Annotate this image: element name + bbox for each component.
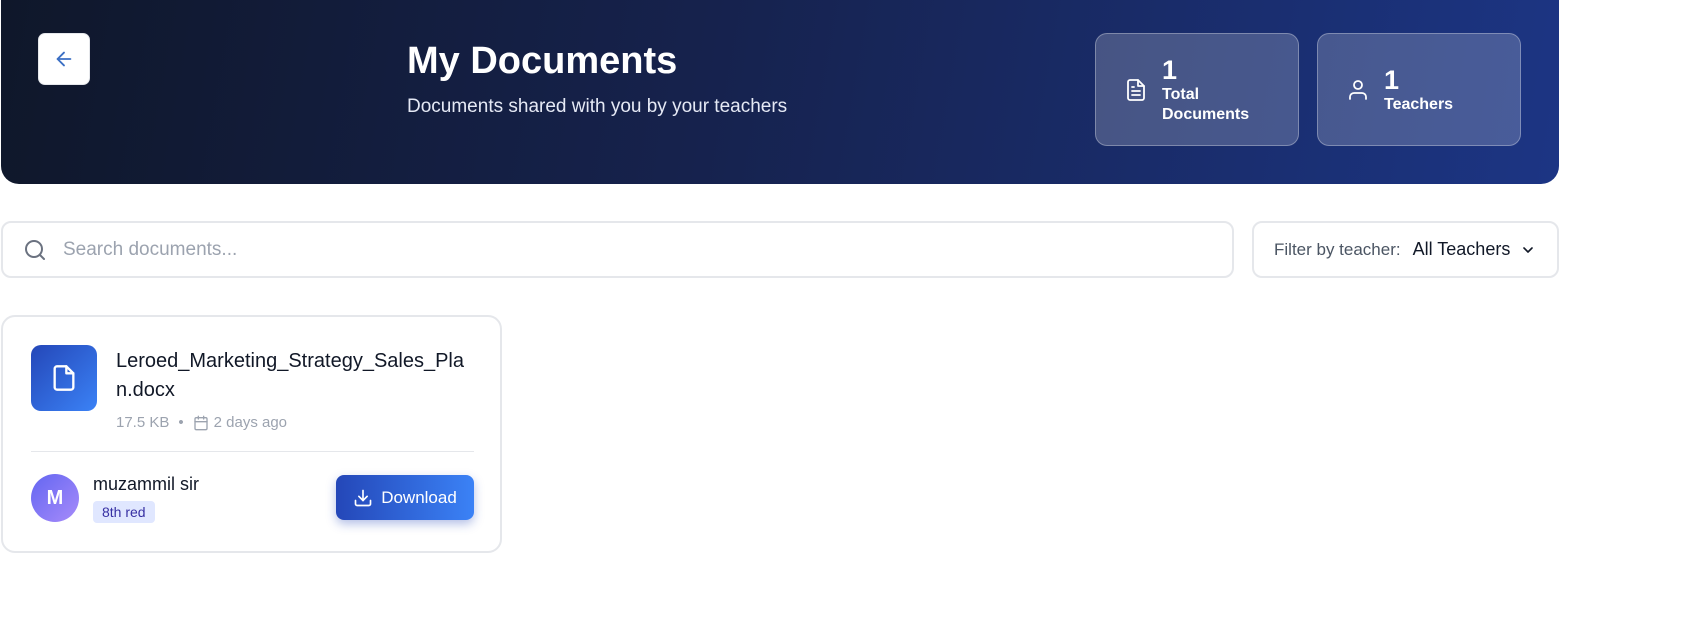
arrow-left-icon <box>56 51 72 67</box>
chevron-down-icon <box>1523 246 1534 253</box>
filter-selected-value: All Teachers <box>1412 239 1511 259</box>
download-icon <box>354 489 372 506</box>
file-date: 2 days ago <box>213 414 288 431</box>
user-icon <box>1349 79 1367 100</box>
card-divider <box>31 451 474 452</box>
search-input[interactable] <box>63 238 1163 261</box>
teacher-filter-select[interactable]: All Teachers <box>1413 239 1537 260</box>
page-subtitle: Documents shared with you by your teache… <box>407 96 788 117</box>
file-name: Leroed_Marketing_Strategy_Sales_Plan.doc… <box>116 350 464 401</box>
class-badge: 8th red <box>93 501 155 523</box>
file-meta: 17.5 KB • 2 days ago <box>116 414 287 431</box>
stat-label: Documents <box>1162 105 1250 123</box>
calendar-icon <box>193 415 208 430</box>
back-button[interactable] <box>38 33 90 85</box>
filter-label: Filter by teacher: <box>1274 239 1401 259</box>
stat-card-total-documents: 1 Total Documents <box>1095 33 1299 146</box>
search-box <box>1 221 1234 278</box>
stat-card-teachers: 1 Teachers <box>1317 33 1521 146</box>
download-button[interactable]: Download <box>336 475 474 520</box>
document-icon <box>1127 78 1145 101</box>
search-icon <box>25 239 45 260</box>
avatar: M <box>31 474 79 522</box>
stat-label: Teachers <box>1384 95 1454 113</box>
teacher-name: muzammil sir <box>93 474 199 494</box>
stat-label: Total <box>1162 85 1200 103</box>
file-icon-box <box>31 345 97 411</box>
file-icon <box>53 365 75 391</box>
title-block: My Documents Documents shared with you b… <box>407 38 787 118</box>
stat-value: 1 <box>1384 64 1400 95</box>
stat-value: 1 <box>1162 54 1178 85</box>
page-header: My Documents Documents shared with you b… <box>1 0 1559 184</box>
document-card: Leroed_Marketing_Strategy_Sales_Plan.doc… <box>1 315 502 553</box>
download-label: Download <box>381 487 457 507</box>
meta-separator: • <box>178 414 184 431</box>
page-title: My Documents <box>407 40 678 82</box>
file-size: 17.5 KB <box>116 414 170 431</box>
teacher-filter: Filter by teacher: All Teachers <box>1252 221 1559 278</box>
